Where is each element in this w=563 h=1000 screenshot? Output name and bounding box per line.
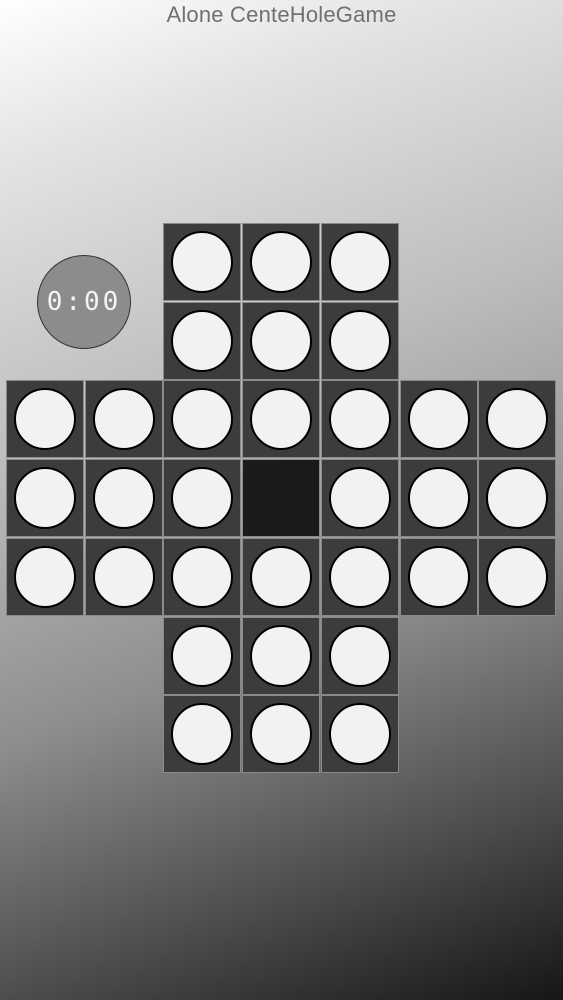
- board-hole[interactable]: [400, 380, 478, 458]
- peg[interactable]: [250, 388, 312, 450]
- board-hole[interactable]: [321, 538, 399, 616]
- board-hole[interactable]: [163, 302, 241, 380]
- board-hole[interactable]: [242, 695, 320, 773]
- peg[interactable]: [171, 703, 233, 765]
- board-hole[interactable]: [478, 538, 556, 616]
- peg[interactable]: [171, 467, 233, 529]
- peg[interactable]: [14, 388, 76, 450]
- board-hole[interactable]: [478, 459, 556, 537]
- peg[interactable]: [329, 231, 391, 293]
- peg[interactable]: [329, 703, 391, 765]
- board-hole[interactable]: [242, 302, 320, 380]
- board-hole[interactable]: [321, 302, 399, 380]
- peg[interactable]: [329, 310, 391, 372]
- peg[interactable]: [408, 546, 470, 608]
- board-hole[interactable]: [242, 223, 320, 301]
- board-hole[interactable]: [321, 459, 399, 537]
- board-hole[interactable]: [400, 459, 478, 537]
- board-hole[interactable]: [242, 538, 320, 616]
- peg[interactable]: [329, 546, 391, 608]
- peg[interactable]: [93, 467, 155, 529]
- board-hole[interactable]: [163, 695, 241, 773]
- board-hole[interactable]: [6, 380, 84, 458]
- peg[interactable]: [486, 546, 548, 608]
- peg[interactable]: [250, 231, 312, 293]
- board-hole[interactable]: [85, 459, 163, 537]
- empty-hole[interactable]: [242, 459, 320, 537]
- peg[interactable]: [14, 546, 76, 608]
- peg[interactable]: [329, 625, 391, 687]
- board-hole[interactable]: [242, 617, 320, 695]
- peg[interactable]: [171, 231, 233, 293]
- board-hole[interactable]: [6, 538, 84, 616]
- peg[interactable]: [171, 310, 233, 372]
- peg[interactable]: [250, 546, 312, 608]
- board-hole[interactable]: [85, 538, 163, 616]
- board-hole[interactable]: [321, 223, 399, 301]
- peg[interactable]: [93, 546, 155, 608]
- peg[interactable]: [93, 388, 155, 450]
- peg[interactable]: [329, 467, 391, 529]
- peg[interactable]: [250, 625, 312, 687]
- peg[interactable]: [329, 388, 391, 450]
- board-hole[interactable]: [242, 380, 320, 458]
- peg[interactable]: [408, 388, 470, 450]
- board-hole[interactable]: [163, 380, 241, 458]
- board-hole[interactable]: [163, 538, 241, 616]
- board-hole[interactable]: [321, 695, 399, 773]
- peg[interactable]: [486, 388, 548, 450]
- board-hole[interactable]: [163, 617, 241, 695]
- board-hole[interactable]: [6, 459, 84, 537]
- peg[interactable]: [408, 467, 470, 529]
- peg[interactable]: [171, 625, 233, 687]
- board-hole[interactable]: [321, 617, 399, 695]
- board-hole[interactable]: [400, 538, 478, 616]
- board-hole[interactable]: [478, 380, 556, 458]
- peg[interactable]: [250, 310, 312, 372]
- peg[interactable]: [171, 388, 233, 450]
- peg[interactable]: [171, 546, 233, 608]
- game-board: [6, 223, 557, 774]
- board-hole[interactable]: [163, 459, 241, 537]
- board-hole[interactable]: [321, 380, 399, 458]
- peg[interactable]: [250, 703, 312, 765]
- board-hole[interactable]: [163, 223, 241, 301]
- app-title: Alone CenteHoleGame: [166, 2, 397, 27]
- peg[interactable]: [14, 467, 76, 529]
- board-hole[interactable]: [85, 380, 163, 458]
- peg[interactable]: [486, 467, 548, 529]
